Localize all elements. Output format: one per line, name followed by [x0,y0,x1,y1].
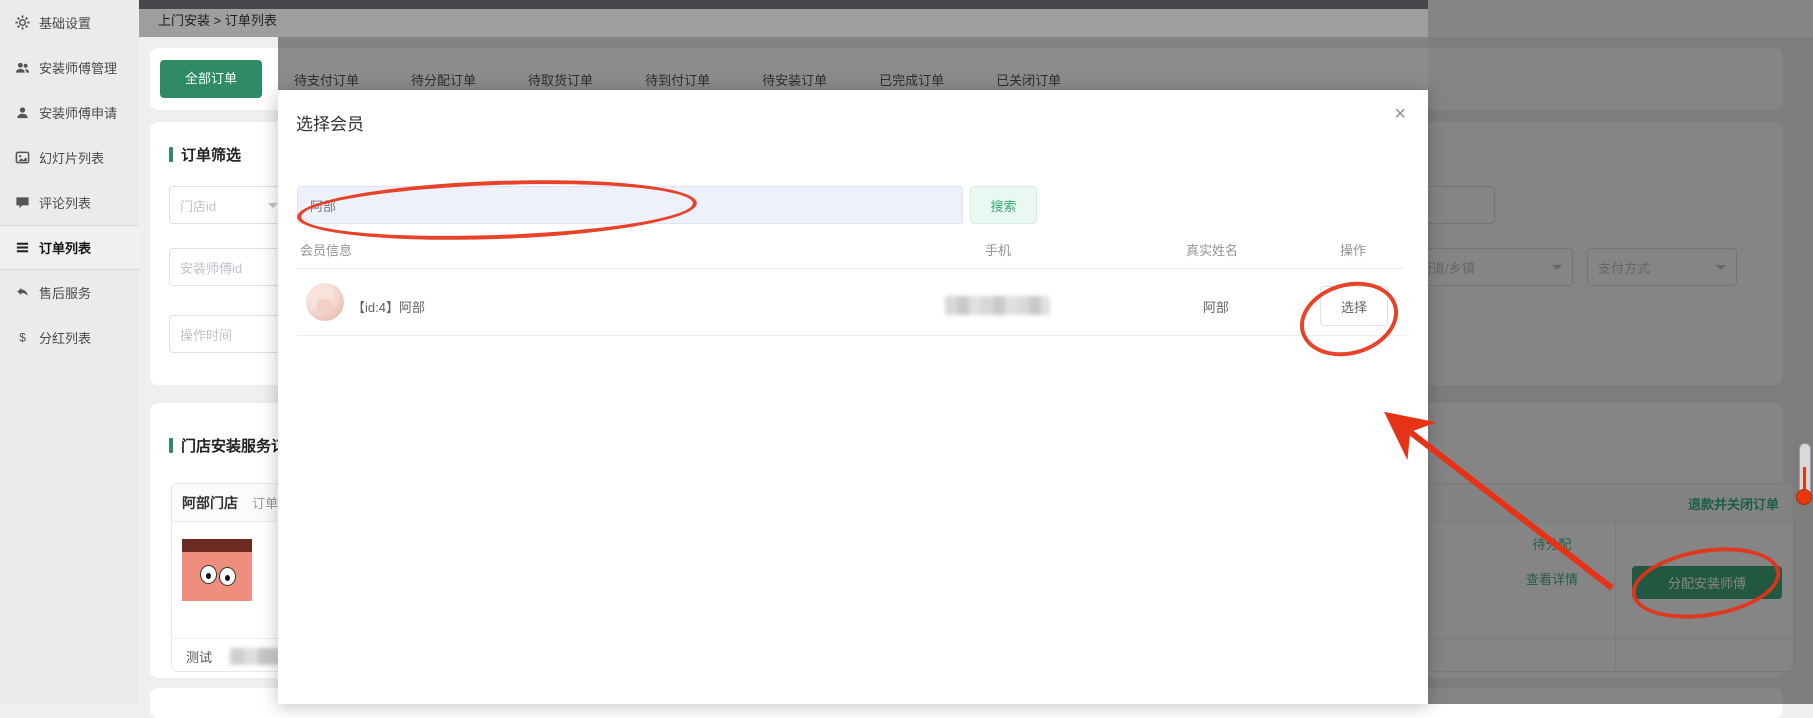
green-bar-icon [169,438,173,453]
sidebar-item-幻灯片列表[interactable]: 幻灯片列表 [0,135,139,180]
col-phone: 手机 [985,243,1012,258]
sidebar-item-安装师傅申请[interactable]: 安装师傅申请 [0,90,139,135]
sidebar-item-安装师傅管理[interactable]: 安装师傅管理 [0,45,139,90]
sidebar: 基础设置安装师傅管理 安装师傅申请 幻灯片列表评论列表订单列表售后服务 $ 分红列表 [0,0,139,704]
overlay-breadcrumb [139,9,1428,37]
gear-icon [14,15,30,31]
svg-text:$: $ [19,331,26,345]
sidebar-item-label: 基础设置 [39,16,92,31]
operate-time-input[interactable]: 操作时间 [169,315,289,353]
dialog-title: 选择会员 [296,115,364,134]
sidebar-item-label: 评论列表 [39,196,92,211]
users-icon [14,60,30,76]
sidebar-item-label: 幻灯片列表 [39,151,105,166]
tab-全部订单[interactable]: 全部订单 [160,60,263,98]
overlay-right [1428,0,1813,704]
col-action: 操作 [1340,243,1367,258]
store-name: 阿部门店 [182,494,238,511]
installer-id-input[interactable]: 安装师傅id [169,248,289,286]
filter-section-title: 订单筛选 [169,144,241,165]
sidebar-item-label: 安装师傅申请 [39,106,118,121]
sidebar-item-售后服务[interactable]: 售后服务 [0,270,139,315]
sidebar-item-label: 售后服务 [39,286,92,301]
chevron-down-icon [268,202,278,208]
image-icon [14,150,30,166]
close-icon[interactable]: × [1394,104,1406,124]
dollar-icon: $ [14,330,30,346]
select-member-dialog: 选择会员 × 搜索 会员信息 手机 真实姓名 操作 【id:4】阿部 阿部 选择 [278,90,1428,704]
sidebar-item-label: 安装师傅管理 [39,61,118,76]
note-label: 测试 [186,650,213,665]
sidebar-item-分红列表[interactable]: $ 分红列表 [0,315,139,360]
member-name: 【id:4】阿部 [352,300,425,315]
search-button[interactable]: 搜索 [970,186,1037,224]
table-divider [297,268,1405,269]
col-member-info: 会员信息 [300,243,353,258]
product-image [182,539,252,601]
col-real-name: 真实姓名 [1186,243,1239,258]
table-divider [297,335,1405,336]
member-real-name: 阿部 [1203,300,1230,315]
select-member-button[interactable]: 选择 [1320,286,1388,326]
comment-icon [14,195,30,211]
member-avatar [306,283,344,321]
sidebar-item-评论列表[interactable]: 评论列表 [0,180,139,225]
store-id-select[interactable]: 门店id [169,186,289,224]
sidebar-item-基础设置[interactable]: 基础设置 [0,0,139,45]
sidebar-item-label: 订单列表 [39,241,92,256]
sidebar-item-label: 分红列表 [39,331,92,346]
green-bar-icon [169,147,173,162]
reply-icon [14,285,30,301]
member-search-input[interactable] [297,186,963,224]
sidebar-item-订单列表[interactable]: 订单列表 [0,225,139,270]
list-icon [14,240,30,256]
member-phone-redacted [945,296,1050,315]
user-icon [14,105,30,121]
overlay-top-band [139,0,1428,9]
overlay-tabs [278,37,1428,90]
